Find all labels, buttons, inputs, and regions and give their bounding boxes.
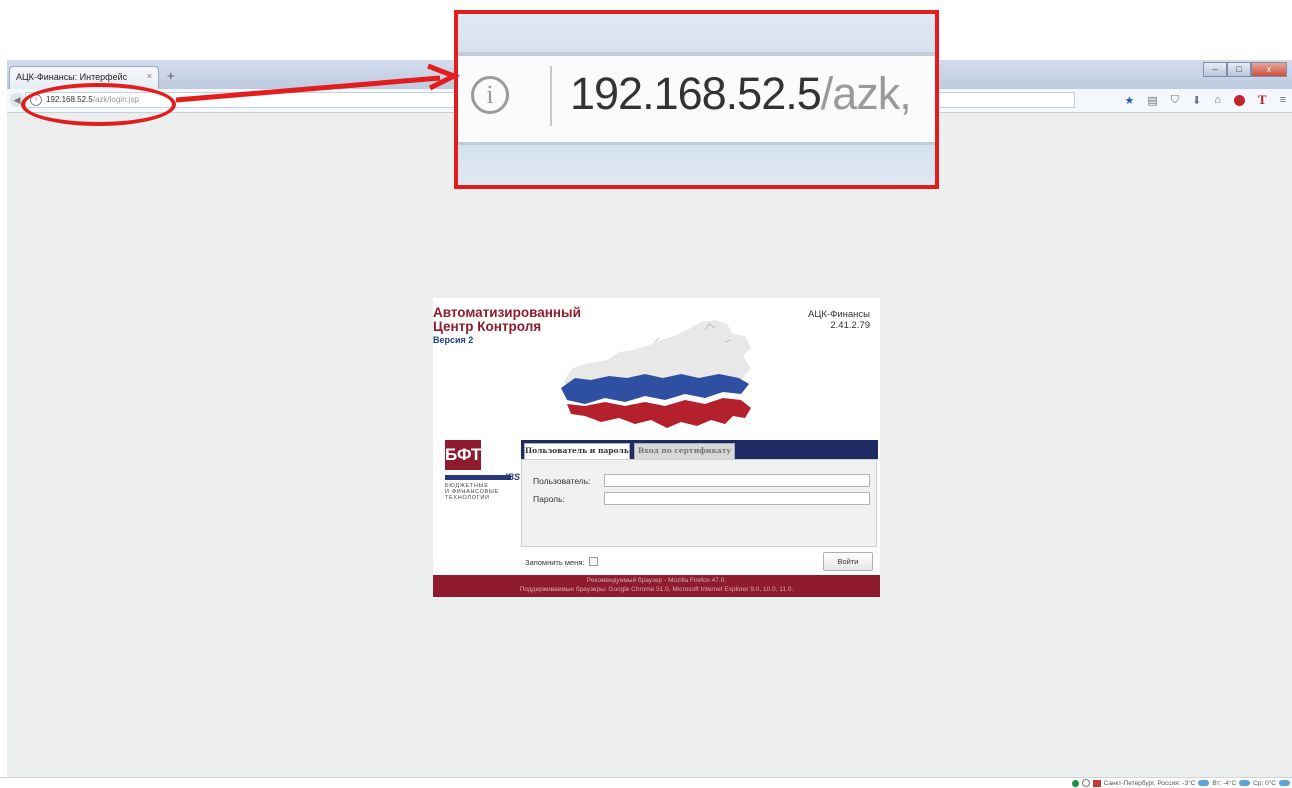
callout-arrow	[175, 63, 461, 103]
weather-tue: Вт: -4°C	[1212, 779, 1237, 787]
calendar-icon[interactable]	[1092, 779, 1101, 787]
green-status-icon[interactable]	[1071, 779, 1079, 787]
weather-wed: Ср: 0°C	[1253, 779, 1276, 787]
ring-status-icon[interactable]	[1081, 779, 1090, 787]
cloud-icon	[1198, 780, 1210, 786]
taskbar-status: Санкт-Петербург, Россия: -3°C Вт: -4°C С…	[0, 777, 1292, 788]
cloud-icon	[1279, 780, 1290, 786]
weather-current: Санкт-Петербург, Россия: -3°C	[1103, 779, 1196, 787]
cloud-icon	[1239, 780, 1251, 786]
